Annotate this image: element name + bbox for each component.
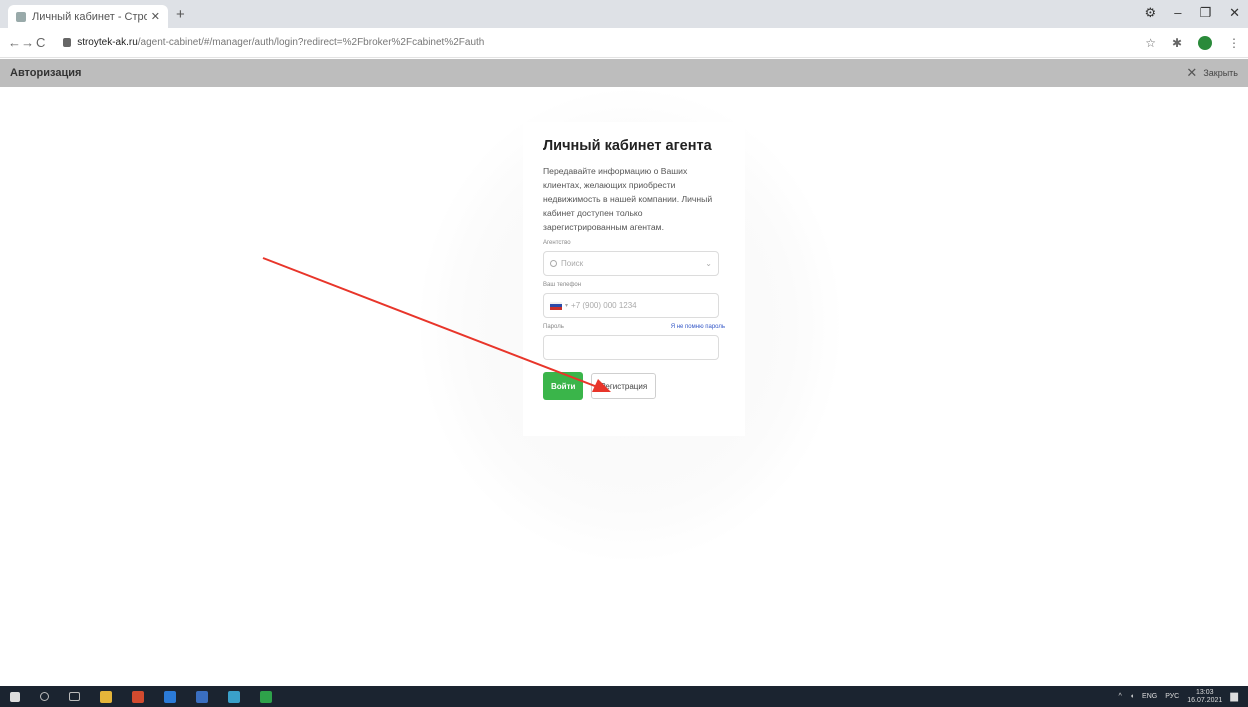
russia-flag-icon[interactable]: [550, 301, 562, 310]
chevron-down-icon: ⌄: [705, 259, 712, 268]
close-icon: ✕: [1186, 65, 1198, 80]
tab-title: Личный кабинет - Стройтех: [32, 10, 147, 23]
tray-layout[interactable]: РУС: [1165, 693, 1179, 700]
tray-lang[interactable]: ENG: [1142, 693, 1157, 700]
chrome-icon[interactable]: [132, 690, 144, 703]
login-button[interactable]: Войти: [543, 372, 584, 400]
windows-taskbar: ^ ◖ ENG РУС 13:03 16.07.2021 ▆: [0, 686, 1248, 707]
card-title: Личный кабинет агента: [543, 138, 712, 154]
task-view-icon[interactable]: [69, 692, 80, 701]
page-title: Авторизация: [10, 67, 82, 79]
lock-icon: [63, 38, 72, 47]
forgot-password-link[interactable]: Я не помню пароль: [671, 324, 725, 330]
password-label-row: Пароль Я не помню пароль: [543, 324, 725, 330]
phone-label: Ваш телефон: [543, 282, 582, 288]
search-icon: [550, 260, 557, 267]
password-label: Пароль: [543, 324, 564, 330]
profile-gear-icon[interactable]: ⚙: [1145, 5, 1157, 21]
reload-button[interactable]: C: [34, 35, 47, 50]
mail-icon[interactable]: [164, 690, 176, 703]
agency-select[interactable]: Поиск ⌄: [543, 251, 719, 276]
phone-input[interactable]: ▾ +7 (900) 000 1234: [543, 293, 719, 318]
url-input[interactable]: stroytek-ak.ru/agent-cabinet/#/manager/a…: [55, 32, 1145, 54]
url-text: stroytek-ak.ru/agent-cabinet/#/manager/a…: [77, 37, 485, 48]
agency-placeholder: Поиск: [561, 259, 584, 268]
browser-extensions: ☆ ✱ ⋮: [1145, 35, 1240, 50]
browser-menu-icon[interactable]: ⋮: [1228, 36, 1240, 50]
extensions-icon[interactable]: ✱: [1172, 36, 1182, 50]
tray-clock[interactable]: 13:03 16.07.2021: [1187, 689, 1222, 705]
search-icon[interactable]: [40, 692, 49, 701]
maximize-button[interactable]: ❐: [1199, 5, 1211, 21]
register-button[interactable]: Регистрация: [591, 373, 657, 399]
window-controls: ⚙ – ❐ ✕: [1145, 5, 1240, 21]
browser-tabstrip: Личный кабинет - Стройтех ✕ + ⚙ – ❐ ✕: [0, 0, 1248, 28]
password-input[interactable]: [543, 335, 719, 360]
profile-avatar[interactable]: [1198, 35, 1213, 50]
notifications-icon[interactable]: ▆: [1230, 691, 1238, 702]
close-window-button[interactable]: ✕: [1229, 5, 1240, 21]
agency-label: Агентство: [543, 240, 571, 246]
favicon-icon: [16, 11, 26, 22]
windows-start-icon[interactable]: [10, 691, 20, 702]
card-actions: Войти Регистрация: [543, 372, 725, 400]
minimize-button[interactable]: –: [1174, 5, 1181, 21]
tab-close-icon[interactable]: ✕: [151, 10, 160, 23]
close-button[interactable]: ✕ Закрыть: [1186, 65, 1238, 81]
bookmark-star-icon[interactable]: ☆: [1145, 36, 1156, 50]
forward-button[interactable]: →: [21, 35, 34, 50]
cloud-icon[interactable]: [228, 690, 240, 703]
login-card: Личный кабинет агента Передавайте информ…: [523, 122, 745, 436]
phone-placeholder: +7 (900) 000 1234: [571, 301, 637, 310]
tray-chevron-icon[interactable]: ^: [1119, 693, 1122, 700]
new-tab-button[interactable]: +: [176, 6, 185, 23]
address-bar-row: ← → C stroytek-ak.ru/agent-cabinet/#/man…: [0, 28, 1248, 58]
app-header: Авторизация ✕ Закрыть: [0, 59, 1248, 87]
system-tray: ^ ◖ ENG РУС 13:03 16.07.2021 ▆: [1119, 689, 1238, 705]
app-icon[interactable]: [260, 690, 272, 703]
volume-icon[interactable]: ◖: [1130, 693, 1134, 700]
back-button[interactable]: ←: [8, 35, 21, 50]
close-label: Закрыть: [1203, 68, 1238, 78]
browser-tab[interactable]: Личный кабинет - Стройтех ✕: [8, 5, 168, 28]
card-description: Передавайте информацию о Ваших клиентах,…: [543, 166, 713, 232]
file-explorer-icon[interactable]: [100, 690, 112, 703]
country-chevron-icon: ▾: [565, 303, 569, 309]
telegram-icon[interactable]: [196, 690, 208, 703]
